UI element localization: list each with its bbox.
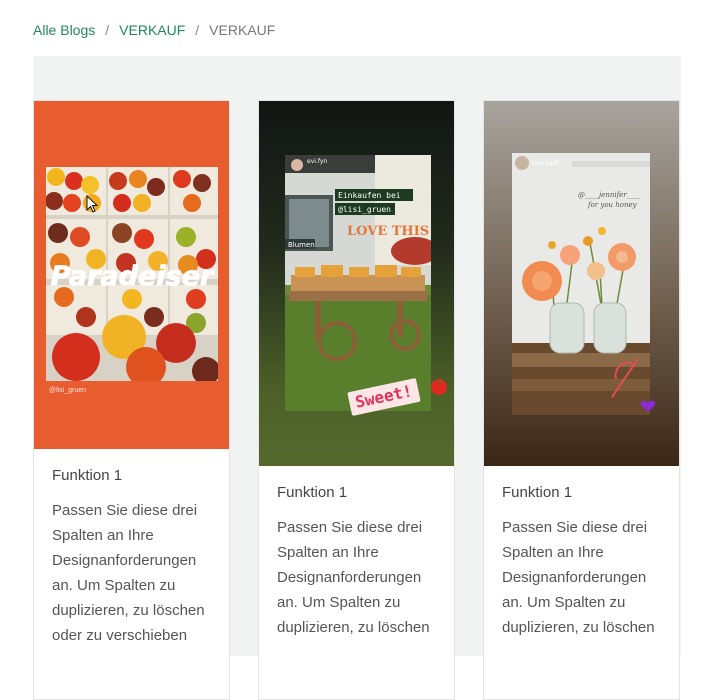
card-image[interactable]: tina.hipfl @____jennifer____ for you hon…	[484, 101, 679, 466]
tag-line-1: @____jennifer____	[578, 191, 641, 199]
breadcrumb-separator: /	[195, 22, 200, 38]
story-username: tina.hipfl	[532, 160, 559, 167]
card-text: Passen Sie diese drei Spalten an Ihre De…	[52, 502, 205, 644]
blog-card[interactable]: Einkaufen bei @lisi_gruen LOVE THIS Blum…	[258, 100, 455, 700]
breadcrumb-separator: /	[105, 22, 110, 38]
card-text: Passen Sie diese drei Spalten an Ihre De…	[277, 519, 430, 636]
story-username: evi.fyn	[307, 158, 327, 165]
blog-grid: Paradeiser @lisi_gruen Funktion 1 Passen…	[33, 56, 681, 700]
tomatoes-photo: Paradeiser	[46, 167, 218, 381]
card-title[interactable]: Funktion 1	[52, 467, 211, 484]
mouse-cursor-icon	[86, 195, 99, 213]
card-title[interactable]: Funktion 1	[502, 484, 661, 501]
love-this-text: LOVE THIS	[347, 224, 429, 239]
card-image[interactable]: Einkaufen bei @lisi_gruen LOVE THIS Blum…	[259, 101, 454, 466]
tomato-emoji-icon	[431, 379, 447, 395]
breadcrumb-current: VERKAUF	[209, 22, 276, 38]
purple-heart-icon	[640, 400, 656, 412]
tag-line-2: for you honey	[587, 201, 638, 209]
image-handle: @lisi_gruen	[49, 387, 87, 394]
paradeiser-label: Paradeiser	[51, 261, 215, 292]
card-title[interactable]: Funktion 1	[277, 484, 436, 501]
blog-card[interactable]: tina.hipfl @____jennifer____ for you hon…	[483, 100, 680, 700]
flowers-photo: tina.hipfl @____jennifer____ for you hon…	[512, 153, 650, 415]
breadcrumb-link-alle-blogs[interactable]: Alle Blogs	[33, 22, 95, 38]
blumen-chip: Blumen	[288, 241, 315, 249]
caption-line-1: Einkaufen bei	[338, 191, 401, 200]
caption-line-2: @lisi_gruen	[338, 205, 391, 214]
breadcrumb: Alle Blogs / VERKAUF / VERKAUF	[33, 22, 275, 38]
card-image[interactable]: Paradeiser @lisi_gruen	[34, 101, 229, 449]
market-cart-photo: Einkaufen bei @lisi_gruen LOVE THIS Blum…	[285, 155, 431, 411]
breadcrumb-link-verkauf[interactable]: VERKAUF	[119, 22, 185, 38]
card-text: Passen Sie diese drei Spalten an Ihre De…	[502, 519, 655, 636]
blog-card[interactable]: Paradeiser @lisi_gruen Funktion 1 Passen…	[33, 100, 230, 700]
